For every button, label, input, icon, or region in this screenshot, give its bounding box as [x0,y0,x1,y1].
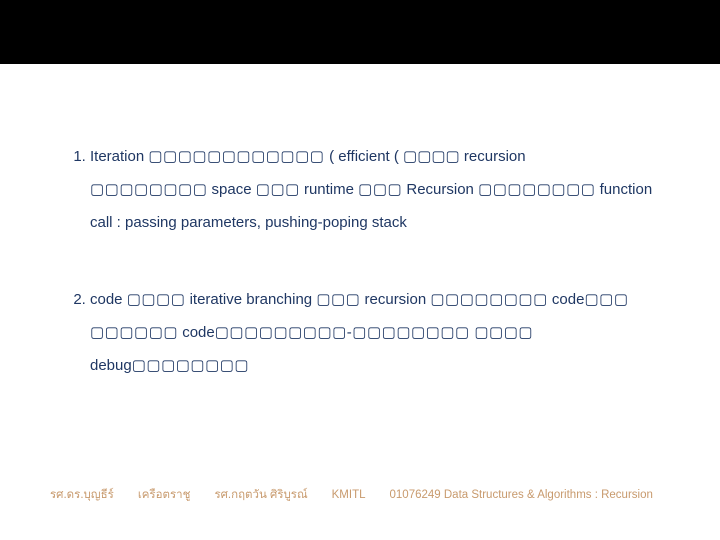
text-line: call : passing parameters, pushing-popin… [90,206,662,239]
footer-institution: KMITL [332,489,366,501]
footer-author-2: รศ.กฤตวัน ศิริบูรณ์ [214,486,307,504]
body-text: Iteration ▢▢▢▢▢▢▢▢▢▢▢▢ ( efficient ( ▢▢▢… [62,140,662,426]
word: debug [90,357,132,374]
list-item: code ▢▢▢▢ iterative branching ▢▢▢ recurs… [90,283,662,382]
slide: Iteration ▢▢▢▢▢▢▢▢▢▢▢▢ ( efficient ( ▢▢▢… [0,0,720,540]
tofu-run: ▢▢▢▢▢▢▢▢ [430,291,547,308]
word: code [178,324,215,341]
word: recursion [360,291,430,308]
footer: รศ.ดร.บุญธีร์ เครือตราชู รศ.กฤตวัน ศิริบ… [50,486,680,504]
text-line: ▢▢▢▢▢▢▢▢ space ▢▢▢ runtime ▢▢▢ Recursion… [90,173,662,206]
tofu-run: ▢▢▢ [256,181,300,198]
word: runtime [300,181,358,198]
footer-course: 01076249 Data Structures & Algorithms : … [390,489,653,501]
tofu-run: ▢▢▢ [316,291,360,308]
word: recursion [464,148,526,165]
word: ( efficient ( ▢▢▢▢ [329,148,464,165]
text-line: code ▢▢▢▢ iterative branching ▢▢▢ recurs… [90,283,662,316]
tofu-run: ▢▢▢▢▢▢▢▢▢-▢▢▢▢▢▢▢▢ ▢▢▢▢ [215,324,533,341]
word: space [207,181,255,198]
word: code [90,291,127,308]
word: call : passing parameters, pushing-popin… [90,214,407,231]
tofu-run: ▢▢▢▢▢▢▢▢ [90,181,207,198]
tofu-run: ▢▢▢▢▢▢▢▢ [132,357,249,374]
text-line: Iteration ▢▢▢▢▢▢▢▢▢▢▢▢ ( efficient ( ▢▢▢… [90,140,662,173]
word: code [548,291,585,308]
text-line: ▢▢▢▢▢▢ code▢▢▢▢▢▢▢▢▢-▢▢▢▢▢▢▢▢ ▢▢▢▢ debug… [90,316,662,382]
word: function [595,181,652,198]
word: Recursion [402,181,478,198]
bullet-list: Iteration ▢▢▢▢▢▢▢▢▢▢▢▢ ( efficient ( ▢▢▢… [62,140,662,382]
tofu-run: ▢▢▢ [584,291,628,308]
tofu-run: ▢▢▢▢ [127,291,186,308]
footer-author-1: รศ.ดร.บุญธีร์ [50,486,114,504]
tofu-run: ▢▢▢▢▢▢ [90,324,178,341]
word: Iteration [90,148,148,165]
list-item: Iteration ▢▢▢▢▢▢▢▢▢▢▢▢ ( efficient ( ▢▢▢… [90,140,662,239]
title-bar [0,0,720,64]
tofu-run: ▢▢▢ [358,181,402,198]
tofu-run: ▢▢▢▢▢▢▢▢▢▢▢▢ [148,148,329,165]
word: iterative branching [185,291,316,308]
tofu-run: ▢▢▢▢▢▢▢▢ [478,181,595,198]
footer-author-1b: เครือตราชู [138,486,191,504]
